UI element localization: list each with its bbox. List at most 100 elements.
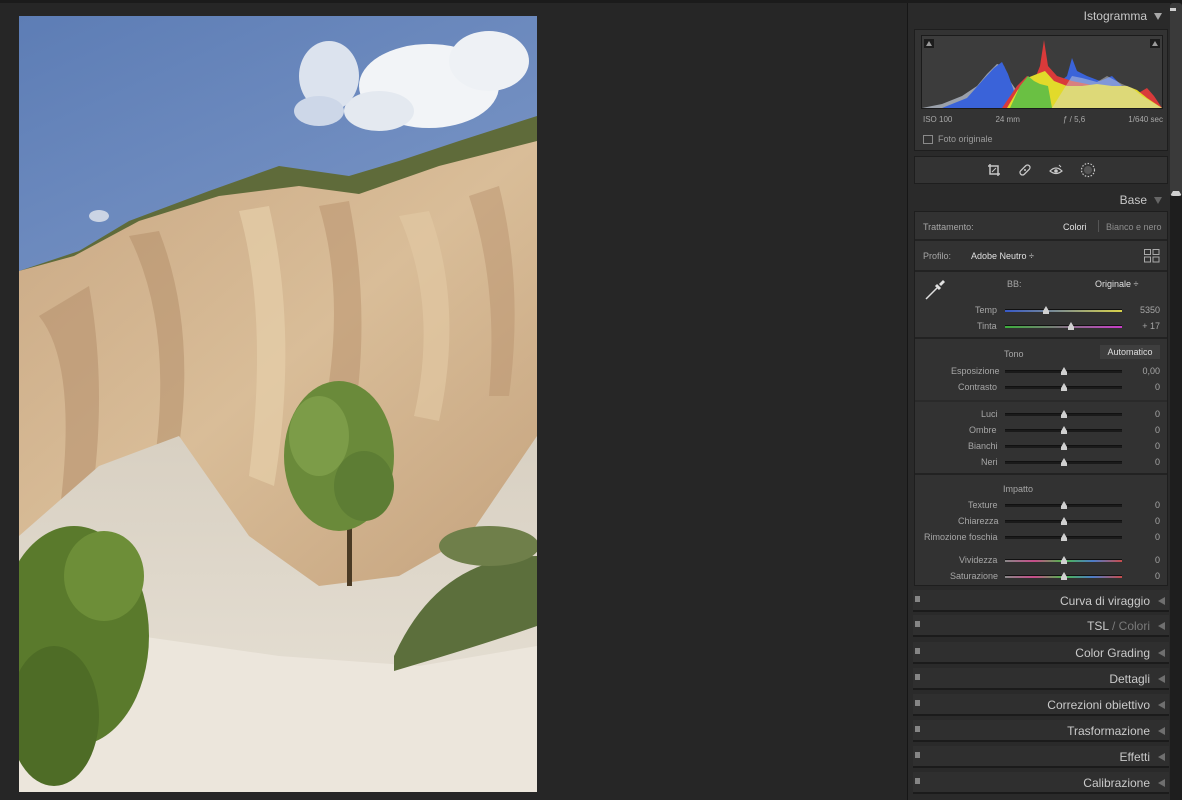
temp-slider[interactable] xyxy=(1005,306,1122,314)
section-toggle-icon[interactable] xyxy=(915,778,920,784)
blacks-slider-thumb[interactable] xyxy=(1060,458,1067,466)
red-eye-icon[interactable] xyxy=(1048,163,1063,177)
clarity-slider[interactable] xyxy=(1005,517,1122,525)
tint-slider[interactable] xyxy=(1005,322,1122,330)
divider xyxy=(915,270,1167,272)
dehaze-slider-thumb[interactable] xyxy=(1060,533,1067,541)
section-title: Color Grading xyxy=(1075,646,1150,660)
section-toggle-icon[interactable] xyxy=(915,726,920,732)
histogram-header[interactable]: Istogramma xyxy=(1084,9,1162,23)
section-hsl[interactable]: TSL / Colori xyxy=(913,615,1169,637)
profile-dropdown[interactable]: Adobe Neutro ÷ xyxy=(971,251,1034,261)
histogram-graph[interactable] xyxy=(921,35,1163,109)
profile-browser-grid-icon[interactable] xyxy=(1144,249,1160,268)
eyedropper-icon[interactable] xyxy=(923,276,949,307)
dehaze-slider[interactable] xyxy=(1005,533,1122,541)
section-toggle-icon[interactable] xyxy=(915,700,920,706)
expand-triangle-icon xyxy=(1158,675,1165,683)
highlights-value[interactable]: 0 xyxy=(1120,409,1160,419)
dehaze-value[interactable]: 0 xyxy=(1120,532,1160,542)
exposure-slider-thumb[interactable] xyxy=(1060,367,1067,375)
section-detail[interactable]: Dettagli xyxy=(913,668,1169,690)
exposure-value[interactable]: 0,00 xyxy=(1120,366,1160,376)
section-toggle-icon[interactable] xyxy=(915,674,920,680)
treatment-bw-option[interactable]: Bianco e nero xyxy=(1106,222,1162,232)
section-calibration[interactable]: Calibrazione xyxy=(913,772,1169,794)
saturation-slider[interactable] xyxy=(1005,572,1122,580)
whites-slider[interactable] xyxy=(1005,442,1122,450)
blacks-value[interactable]: 0 xyxy=(1120,457,1160,467)
original-photo-toggle[interactable]: Foto originale xyxy=(923,134,993,144)
develop-panel: Istogramma ISO 100 24 mm ƒ / 5,6 1/640 s… xyxy=(907,3,1170,800)
treatment-label: Trattamento: xyxy=(923,222,974,232)
section-toggle-icon[interactable] xyxy=(915,621,920,627)
masking-icon[interactable] xyxy=(1080,162,1096,178)
section-color-grading[interactable]: Color Grading xyxy=(913,642,1169,664)
section-effects[interactable]: Effetti xyxy=(913,746,1169,768)
tool-strip xyxy=(914,156,1168,184)
auto-button[interactable]: Automatico xyxy=(1100,345,1160,359)
contrast-value[interactable]: 0 xyxy=(1120,382,1160,392)
highlights-slider[interactable] xyxy=(1005,410,1122,418)
shadows-slider[interactable] xyxy=(1005,426,1122,434)
tint-slider-thumb[interactable] xyxy=(1067,322,1074,330)
photo-image xyxy=(19,16,537,792)
shadows-slider-thumb[interactable] xyxy=(1060,426,1067,434)
whites-value[interactable]: 0 xyxy=(1120,441,1160,451)
section-lens-corrections[interactable]: Correzioni obiettivo xyxy=(913,694,1169,716)
tone-label: Tono xyxy=(1004,349,1024,359)
clarity-value[interactable]: 0 xyxy=(1120,516,1160,526)
tint-label: Tinta xyxy=(977,321,997,331)
profile-label: Profilo: xyxy=(923,251,952,261)
base-header[interactable]: Base xyxy=(1120,193,1162,207)
expand-triangle-icon xyxy=(1158,701,1165,709)
whites-slider-thumb[interactable] xyxy=(1060,442,1067,450)
vibrance-value[interactable]: 0 xyxy=(1120,555,1160,565)
contrast-slider[interactable] xyxy=(1005,383,1122,391)
texture-slider-thumb[interactable] xyxy=(1060,501,1067,509)
base-panel: Trattamento: Colori Bianco e nero Profil… xyxy=(914,211,1168,586)
temp-value[interactable]: 5350 xyxy=(1120,305,1160,315)
wb-dropdown[interactable]: Originale ÷ xyxy=(1095,279,1138,289)
divider xyxy=(915,400,1167,402)
section-title: Dettagli xyxy=(1109,672,1150,686)
healing-icon[interactable] xyxy=(1018,163,1032,177)
tint-value[interactable]: + 17 xyxy=(1120,321,1160,331)
blacks-slider[interactable] xyxy=(1005,458,1122,466)
saturation-value[interactable]: 0 xyxy=(1120,571,1160,581)
texture-slider[interactable] xyxy=(1005,501,1122,509)
section-toggle-icon[interactable] xyxy=(915,752,920,758)
dehaze-label: Rimozione foschia xyxy=(924,532,998,542)
crop-icon[interactable] xyxy=(987,163,1001,177)
section-transform[interactable]: Trasformazione xyxy=(913,720,1169,742)
section-toggle-icon[interactable] xyxy=(915,648,920,654)
section-toggle-icon[interactable] xyxy=(915,596,920,602)
contrast-slider-thumb[interactable] xyxy=(1060,383,1067,391)
treatment-color-option[interactable]: Colori xyxy=(1063,222,1087,232)
collapse-triangle-icon xyxy=(1154,196,1162,204)
temp-label: Temp xyxy=(975,305,998,315)
base-title: Base xyxy=(1119,193,1147,207)
section-tone-curve[interactable]: Curva di viraggio xyxy=(913,590,1169,612)
vibrance-slider-thumb[interactable] xyxy=(1060,556,1067,564)
exposure-slider[interactable] xyxy=(1005,367,1122,375)
panel-scrollbar[interactable] xyxy=(1170,3,1182,800)
texture-value[interactable]: 0 xyxy=(1120,500,1160,510)
photo-preview[interactable] xyxy=(19,16,537,792)
temp-slider-thumb[interactable] xyxy=(1042,306,1049,314)
presence-label: Impatto xyxy=(1003,484,1034,494)
exposure-label: Esposizione xyxy=(951,366,1000,376)
scrollbar-thumb[interactable] xyxy=(1170,3,1182,196)
clarity-slider-thumb[interactable] xyxy=(1060,517,1067,525)
shadows-value[interactable]: 0 xyxy=(1120,425,1160,435)
expand-triangle-icon xyxy=(1158,779,1165,787)
saturation-slider-thumb[interactable] xyxy=(1060,572,1067,580)
hsl-tab[interactable]: TSL xyxy=(1087,619,1109,633)
saturation-label: Saturazione xyxy=(950,571,999,581)
original-photo-checkbox[interactable] xyxy=(923,134,933,144)
clarity-label: Chiarezza xyxy=(958,516,999,526)
vibrance-slider[interactable] xyxy=(1005,556,1122,564)
histogram-title: Istogramma xyxy=(1083,9,1147,23)
highlights-slider-thumb[interactable] xyxy=(1060,410,1067,418)
color-tab[interactable]: Colori xyxy=(1119,619,1150,633)
